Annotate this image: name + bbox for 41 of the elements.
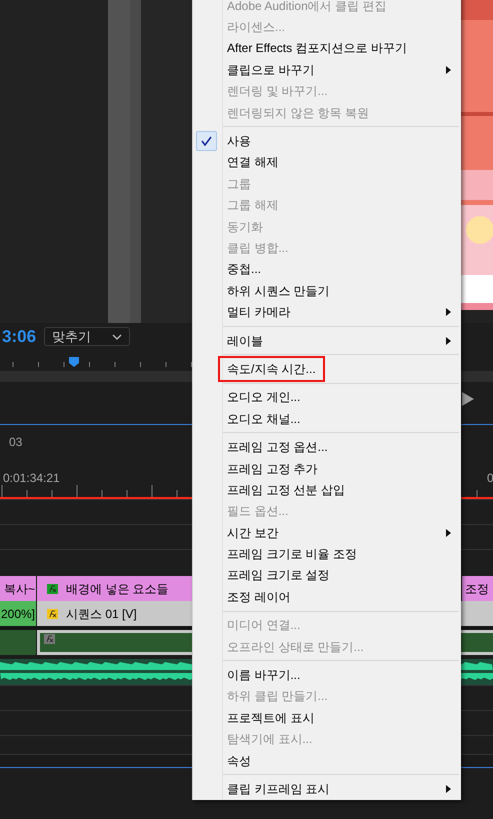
- clip-label: 조정: [465, 580, 489, 598]
- menu-item[interactable]: 조정 레이어: [193, 586, 461, 608]
- menu-item[interactable]: 멀티 카메라: [193, 301, 461, 323]
- menu-item[interactable]: 오디오 채널...: [193, 408, 461, 430]
- menu-item[interactable]: 클립 키프레임 표시: [193, 778, 461, 800]
- menu-item[interactable]: 프레임 고정 옵션...: [193, 436, 461, 458]
- menu-item[interactable]: 프로젝트에 표시: [193, 707, 461, 728]
- menu-item[interactable]: 프레임 크기로 설정: [193, 564, 461, 586]
- menu-item[interactable]: 오디오 게인...: [193, 386, 461, 408]
- fx-icon[interactable]: [47, 584, 58, 594]
- menu-item[interactable]: 프레임 고정 추가: [193, 458, 461, 480]
- clip[interactable]: 200%]: [0, 601, 36, 626]
- menu-item[interactable]: 중첩...: [193, 258, 461, 280]
- menu-item[interactable]: 시간 보간: [193, 522, 461, 544]
- clip[interactable]: [0, 630, 36, 655]
- menu-item[interactable]: 클립으로 바꾸기: [193, 59, 461, 81]
- zoom-dropdown[interactable]: 맞추기: [44, 327, 130, 346]
- timecode-label: 0: [487, 470, 493, 487]
- menu-item[interactable]: After Effects 컴포지션으로 바꾸기: [193, 38, 461, 60]
- menu-item[interactable]: 레이블: [193, 330, 461, 352]
- menu-item[interactable]: 하위 시퀀스 만들기: [193, 280, 461, 302]
- menu-item[interactable]: 연결 해제: [193, 152, 461, 174]
- menu-item[interactable]: 프레임 고정 선분 삽입: [193, 479, 461, 501]
- fx-icon[interactable]: [47, 608, 58, 618]
- highlight-frame: 속도/지속 시간...: [218, 356, 325, 382]
- timecode: 3:06: [2, 326, 38, 348]
- chevron-down-icon: [112, 334, 122, 340]
- sequence-tab[interactable]: 03: [9, 433, 22, 451]
- clip-label: 복사~: [4, 580, 35, 598]
- clip-label: 배경에 넣은 요소들: [66, 580, 169, 598]
- playhead-icon[interactable]: [69, 357, 79, 367]
- menu-item[interactable]: 이름 바꾸기...: [193, 664, 461, 686]
- timecode-label: 0:01:34:21: [3, 470, 60, 487]
- menu-item[interactable]: 속성: [193, 750, 461, 772]
- menu-item[interactable]: 사용: [193, 130, 461, 152]
- menu-item[interactable]: 속도/지속 시간...: [193, 358, 461, 380]
- clip-label: 시퀀스 01 [V]: [66, 606, 137, 622]
- clip[interactable]: 복사~: [0, 576, 36, 601]
- clip[interactable]: 조정: [462, 576, 493, 601]
- menu-item[interactable]: 프레임 크기로 비율 조정: [193, 543, 461, 565]
- clip-label: 200%]: [0, 606, 35, 622]
